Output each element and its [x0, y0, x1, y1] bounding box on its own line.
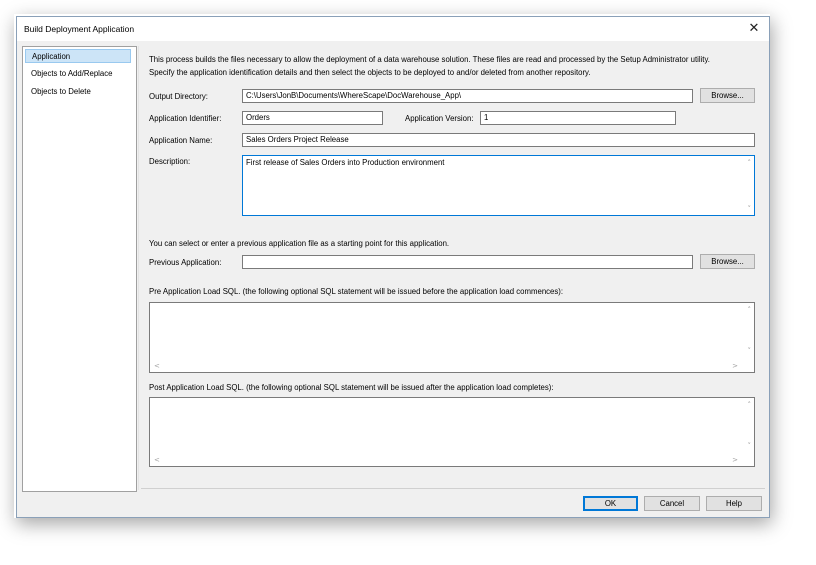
previous-application-label: Previous Application:: [149, 258, 222, 267]
output-directory-browse-button[interactable]: Browse...: [700, 88, 755, 103]
intro-line-2: Specify the application identification d…: [149, 68, 591, 77]
close-icon[interactable]: ✕: [745, 20, 763, 38]
nav-item-objects-to-add-replace[interactable]: Objects to Add/Replace: [25, 67, 131, 81]
previous-application-hint: You can select or enter a previous appli…: [149, 239, 450, 248]
application-identifier-label: Application Identifier:: [149, 114, 222, 123]
panel-divider: [138, 46, 139, 490]
cancel-button[interactable]: Cancel: [644, 496, 700, 511]
scroll-right-icon[interactable]: >: [732, 362, 738, 370]
post-load-sql-textarea[interactable]: ˄ ˅ < >: [149, 397, 755, 467]
nav-list: Application Objects to Add/Replace Objec…: [22, 46, 137, 492]
scroll-up-icon[interactable]: ˄: [748, 401, 752, 409]
description-textarea[interactable]: First release of Sales Orders into Produ…: [242, 155, 755, 216]
footer-divider: [141, 488, 765, 489]
description-text: First release of Sales Orders into Produ…: [246, 158, 445, 167]
output-directory-input[interactable]: C:\Users\JonB\Documents\WhereScape\DocWa…: [242, 89, 693, 103]
help-button[interactable]: Help: [706, 496, 762, 511]
application-version-label: Application Version:: [405, 114, 474, 123]
output-directory-label: Output Directory:: [149, 92, 208, 101]
scroll-down-icon[interactable]: ˅: [748, 205, 752, 213]
previous-application-browse-button[interactable]: Browse...: [700, 254, 755, 269]
title-bar: Build Deployment Application ✕: [17, 17, 769, 41]
scroll-left-icon[interactable]: <: [154, 362, 160, 370]
pre-load-sql-textarea[interactable]: ˄ ˅ < >: [149, 302, 755, 373]
application-name-input[interactable]: Sales Orders Project Release: [242, 133, 755, 147]
scroll-up-icon[interactable]: ˄: [748, 159, 752, 167]
pre-load-sql-label: Pre Application Load SQL. (the following…: [149, 287, 564, 296]
scroll-down-icon[interactable]: ˅: [748, 442, 752, 450]
scroll-down-icon[interactable]: ˅: [748, 347, 752, 355]
nav-item-label: Objects to Add/Replace: [31, 69, 113, 78]
previous-application-input[interactable]: [242, 255, 693, 269]
build-deployment-dialog: Build Deployment Application ✕ Applicati…: [16, 16, 770, 518]
window-title: Build Deployment Application: [24, 24, 135, 34]
scroll-up-icon[interactable]: ˄: [748, 306, 752, 314]
scroll-left-icon[interactable]: <: [154, 456, 160, 464]
application-name-label: Application Name:: [149, 136, 213, 145]
nav-item-objects-to-delete[interactable]: Objects to Delete: [25, 85, 131, 99]
description-label: Description:: [149, 157, 191, 166]
application-version-input[interactable]: 1: [480, 111, 676, 125]
intro-line-1: This process builds the files necessary …: [149, 55, 710, 64]
scroll-right-icon[interactable]: >: [732, 456, 738, 464]
application-identifier-input[interactable]: Orders: [242, 111, 383, 125]
nav-item-label: Objects to Delete: [31, 87, 91, 96]
nav-item-label: Application: [32, 52, 71, 61]
ok-button[interactable]: OK: [583, 496, 638, 511]
post-load-sql-label: Post Application Load SQL. (the followin…: [149, 383, 554, 392]
nav-item-application[interactable]: Application: [25, 49, 131, 63]
